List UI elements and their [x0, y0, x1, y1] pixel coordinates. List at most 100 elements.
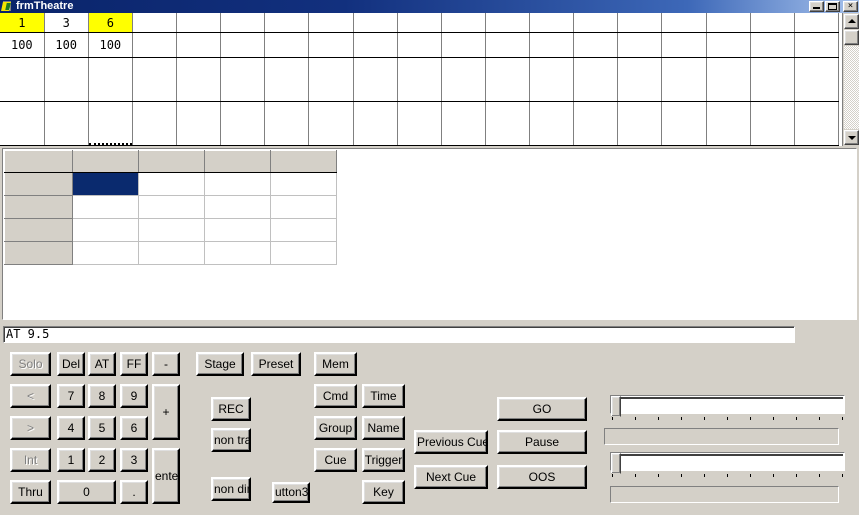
cue-cell[interactable]: [138, 218, 205, 242]
channel-header-cell[interactable]: 3: [44, 13, 89, 34]
cue-cell[interactable]: [72, 241, 139, 265]
plus-button[interactable]: +: [152, 384, 180, 440]
channel-empty-cell[interactable]: [750, 57, 795, 102]
cue-cell-selected[interactable]: [72, 172, 139, 196]
channel-empty-cell[interactable]: [529, 101, 575, 146]
previous-cue-button[interactable]: Previous Cue: [414, 430, 488, 454]
channel-header-cell[interactable]: [353, 13, 398, 34]
channel-empty-cell[interactable]: [220, 57, 266, 102]
cue-cell[interactable]: [270, 218, 337, 242]
channel-empty-cell[interactable]: [750, 101, 795, 146]
cue-cell[interactable]: [204, 218, 271, 242]
channel-empty-cell[interactable]: [44, 101, 89, 146]
channel-empty-cell[interactable]: [706, 57, 751, 102]
int-button[interactable]: Int: [10, 448, 51, 472]
channel-empty-cell[interactable]: [88, 57, 133, 102]
cue-cell[interactable]: [270, 241, 337, 265]
pause-button[interactable]: Pause: [497, 430, 587, 454]
cue-cell[interactable]: [72, 218, 139, 242]
digit-5-button[interactable]: 5: [88, 416, 116, 440]
cmd-button[interactable]: Cmd: [314, 384, 357, 408]
scroll-down-button[interactable]: [844, 130, 859, 145]
channel-focused-cell[interactable]: [88, 101, 133, 146]
cue-button[interactable]: Cue: [314, 448, 357, 472]
channel-header-cell[interactable]: [308, 13, 354, 34]
channel-empty-cell[interactable]: [353, 57, 398, 102]
cue-row-header[interactable]: [4, 241, 73, 265]
channel-header-cell[interactable]: [397, 13, 442, 34]
ff-button[interactable]: FF: [120, 352, 148, 376]
next-cue-button[interactable]: Next Cue: [414, 465, 488, 489]
channel-empty-cell[interactable]: [308, 101, 354, 146]
scrollbar-thumb[interactable]: [844, 30, 859, 45]
cue-row-header[interactable]: [4, 172, 73, 196]
channel-empty-cell[interactable]: [794, 101, 840, 146]
cue-row-header[interactable]: [4, 195, 73, 219]
channel-value-cell[interactable]: [706, 32, 751, 58]
close-button[interactable]: ×: [843, 1, 858, 12]
channel-empty-cell[interactable]: [353, 101, 398, 146]
oos-button[interactable]: OOS: [497, 465, 587, 489]
cue-cell[interactable]: [270, 172, 337, 196]
channel-empty-cell[interactable]: [706, 101, 751, 146]
channel-value-cell[interactable]: [397, 32, 442, 58]
cue-grid-panel[interactable]: [2, 148, 857, 320]
channel-header-cell[interactable]: [264, 13, 310, 34]
button3-button[interactable]: utton3: [272, 482, 310, 503]
digit-3-button[interactable]: 3: [120, 448, 148, 472]
channel-value-cell[interactable]: [573, 32, 619, 58]
scroll-up-button[interactable]: [844, 14, 859, 29]
channel-empty-cell[interactable]: [264, 57, 310, 102]
channel-empty-cell[interactable]: [441, 57, 486, 102]
channel-value-cell[interactable]: [264, 32, 310, 58]
group-button[interactable]: Group: [314, 416, 357, 440]
cue-cell[interactable]: [204, 195, 271, 219]
channel-empty-cell[interactable]: [485, 57, 531, 102]
time-button[interactable]: Time: [362, 384, 405, 408]
digit-6-button[interactable]: 6: [120, 416, 148, 440]
channel-header-cell[interactable]: [617, 13, 663, 34]
cue-column-header[interactable]: [204, 150, 271, 173]
cue-cell[interactable]: [138, 195, 205, 219]
trigger-button[interactable]: Trigger: [362, 448, 405, 472]
cue-column-header[interactable]: [4, 150, 73, 173]
cue-column-header[interactable]: [138, 150, 205, 173]
channel-empty-cell[interactable]: [485, 101, 531, 146]
channel-empty-cell[interactable]: [220, 101, 266, 146]
channel-value-cell[interactable]: [441, 32, 486, 58]
stage-button[interactable]: Stage: [196, 352, 244, 376]
channel-empty-cell[interactable]: [573, 57, 619, 102]
del-button[interactable]: Del: [57, 352, 85, 376]
thru-button[interactable]: Thru: [10, 480, 51, 504]
channel-empty-cell[interactable]: [176, 57, 222, 102]
channel-header-cell[interactable]: [220, 13, 266, 34]
channel-header-cell[interactable]: [750, 13, 795, 34]
maximize-button[interactable]: [825, 1, 840, 12]
cue-cell[interactable]: [204, 241, 271, 265]
solo-button[interactable]: Solo: [10, 352, 51, 376]
fader-a-thumb[interactable]: [611, 396, 621, 421]
channel-empty-cell[interactable]: [529, 57, 575, 102]
fader-b-groove[interactable]: [610, 452, 845, 471]
minimize-button[interactable]: [809, 1, 824, 12]
channel-value-cell[interactable]: [750, 32, 795, 58]
digit-1-button[interactable]: 1: [57, 448, 85, 472]
non-dim-button[interactable]: non dim: [211, 477, 251, 501]
fader-a-trackbar[interactable]: [610, 395, 845, 423]
preset-button[interactable]: Preset: [251, 352, 301, 376]
rec-button[interactable]: REC: [211, 397, 251, 421]
digit-4-button[interactable]: 4: [57, 416, 85, 440]
cue-row-header[interactable]: [4, 218, 73, 242]
digit-9-button[interactable]: 9: [120, 384, 148, 408]
cue-cell[interactable]: [138, 241, 205, 265]
channel-header-cell[interactable]: [441, 13, 486, 34]
go-button[interactable]: GO: [497, 397, 587, 421]
channel-value-cell[interactable]: [132, 32, 178, 58]
channel-empty-cell[interactable]: [661, 101, 707, 146]
channel-header-cell[interactable]: [661, 13, 707, 34]
channel-value-cell[interactable]: [220, 32, 266, 58]
channel-header-cell[interactable]: [529, 13, 575, 34]
channel-empty-cell[interactable]: [176, 101, 222, 146]
cue-cell[interactable]: [270, 195, 337, 219]
channel-header-cell[interactable]: [485, 13, 531, 34]
